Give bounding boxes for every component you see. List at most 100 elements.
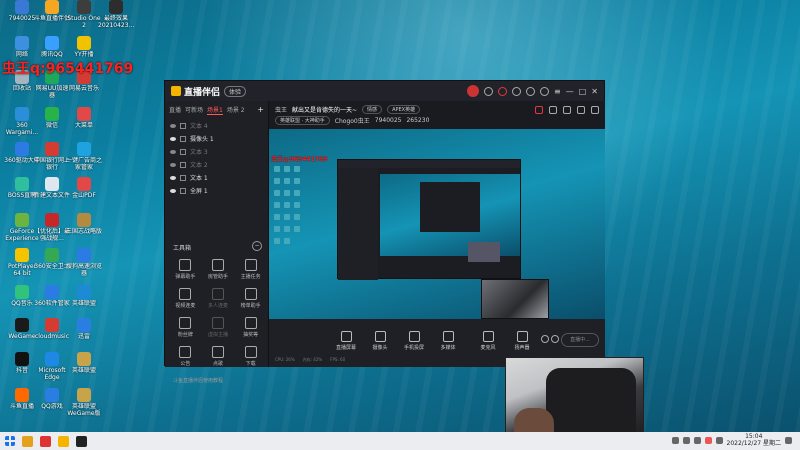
- tool-button[interactable]: 虚拟主播: [202, 317, 235, 338]
- tab-live[interactable]: 直播: [169, 105, 181, 115]
- microphone-button[interactable]: 麦克风: [473, 331, 503, 351]
- eye-icon[interactable]: [170, 149, 176, 154]
- notification-icon[interactable]: [785, 436, 792, 444]
- lock-icon[interactable]: [549, 105, 557, 114]
- source-item[interactable]: 文本 2: [165, 158, 268, 171]
- game-tag[interactable]: APEX英雄: [387, 105, 421, 114]
- add-scene-button[interactable]: +: [257, 105, 264, 115]
- desktop-icon[interactable]: QQ游戏: [34, 388, 70, 417]
- tool-button[interactable]: 公告: [169, 346, 202, 367]
- desktop-icon[interactable]: 最终效果 20210423...: [98, 0, 134, 29]
- eye-icon[interactable]: [170, 188, 176, 193]
- desktop-icon[interactable]: 英雄联盟WeGame版: [66, 388, 102, 417]
- desktop-icon[interactable]: Microsoft Edge: [34, 352, 70, 381]
- eye-icon[interactable]: [170, 136, 176, 141]
- tab-scene-1[interactable]: 场景1: [207, 105, 223, 115]
- desktop-icon[interactable]: 英雄联盟: [66, 352, 102, 381]
- tool-button[interactable]: 弹幕助手: [169, 259, 202, 280]
- tool-button[interactable]: 下载: [234, 346, 267, 367]
- gift-icon[interactable]: [498, 86, 508, 96]
- desktop-icon[interactable]: 新建文本文件: [34, 177, 70, 206]
- obs-icon[interactable]: [76, 435, 87, 447]
- stream-app-icon[interactable]: [40, 435, 51, 447]
- lock-open-icon[interactable]: [563, 105, 571, 114]
- live-app-icon[interactable]: [58, 435, 69, 447]
- desktop-icon[interactable]: 360安全卫士: [34, 248, 70, 277]
- file-explorer-icon[interactable]: [22, 435, 33, 447]
- desktop-icon[interactable]: 一键广告商之家管家: [66, 142, 102, 171]
- desktop-icon-label: Studio One 2: [67, 15, 101, 29]
- app-icon: [45, 36, 59, 50]
- room-info-bar: 虫王 献出又是肯德失的一天~ 情感 APEX英雄 英雄联盟 · 大神助手 Cho…: [269, 101, 605, 129]
- tool-button[interactable]: 主播任务: [234, 259, 267, 280]
- tray-chevron-icon[interactable]: [671, 436, 679, 444]
- share-link-icon[interactable]: [591, 105, 599, 114]
- settings-icon[interactable]: [540, 86, 550, 96]
- source-item[interactable]: 文本 1: [165, 171, 268, 184]
- desktop-icon[interactable]: 中国银行网上银行: [34, 142, 70, 171]
- eye-icon[interactable]: [170, 175, 176, 180]
- stream-preview[interactable]: 虫王q:965441769: [269, 129, 605, 319]
- chat-icon[interactable]: [526, 86, 536, 96]
- desktop-icon[interactable]: 英雄联盟: [66, 285, 102, 314]
- tray-app-icon[interactable]: [704, 436, 712, 444]
- tool-button[interactable]: 榜单助手: [234, 288, 267, 309]
- camera-button[interactable]: 摄像头: [365, 331, 395, 351]
- tool-button[interactable]: 房管助手: [202, 259, 235, 280]
- version-badge[interactable]: 体验: [224, 85, 247, 97]
- desktop-icon[interactable]: 搜狗高速浏览器: [66, 248, 102, 277]
- desktop-icon[interactable]: 金山PDF: [66, 177, 102, 206]
- app-icon: [77, 248, 91, 262]
- desktop-icon[interactable]: cloudmusic: [34, 318, 70, 347]
- desktop-icon[interactable]: 三国志战略版: [66, 213, 102, 242]
- screen-capture-button[interactable]: 直播屏幕: [331, 331, 361, 351]
- download-icon[interactable]: [577, 105, 585, 114]
- source-item[interactable]: 文本 4: [165, 119, 268, 132]
- minimize-button[interactable]: —: [566, 87, 574, 96]
- tab-scene-2[interactable]: 场景 2: [227, 105, 245, 115]
- tool-button[interactable]: 点歌: [202, 346, 235, 367]
- volume-icon[interactable]: [693, 436, 701, 444]
- game-assistant-tag[interactable]: 英雄联盟 · 大神助手: [275, 116, 330, 125]
- desktop-icon[interactable]: 360软件管家: [34, 285, 70, 314]
- record-dot-icon[interactable]: [541, 335, 549, 343]
- menu-icon[interactable]: ≡: [554, 87, 561, 96]
- tutorial-link[interactable]: 斗鱼直播伴侣使用教程: [173, 377, 223, 384]
- toolbox-toggle-button[interactable]: −: [252, 241, 262, 251]
- media-button[interactable]: 多媒体: [433, 331, 463, 351]
- tool-button[interactable]: 粉丝牌: [169, 317, 202, 338]
- category-tag[interactable]: 情感: [362, 105, 383, 114]
- desktop-icon[interactable]: 【优化后】最强战舰...: [34, 213, 70, 242]
- share-icon[interactable]: [535, 105, 543, 114]
- avatar[interactable]: [467, 85, 480, 97]
- app-icon: [45, 388, 59, 402]
- eye-icon[interactable]: [170, 123, 176, 128]
- headset-icon[interactable]: [484, 86, 494, 96]
- desktop-icon[interactable]: 微信: [34, 107, 70, 136]
- desktop-icon[interactable]: 迅雷: [66, 318, 102, 347]
- source-item[interactable]: 摄像头 1: [165, 132, 268, 145]
- windows-start-icon[interactable]: [5, 436, 15, 446]
- gear-icon[interactable]: [551, 335, 559, 343]
- start-live-button[interactable]: 直播中...: [561, 333, 599, 347]
- desktop-icon[interactable]: 斗鱼直播伴侣: [34, 0, 70, 29]
- room-title[interactable]: 献出又是肯德失的一天~: [292, 105, 357, 114]
- desktop-icon[interactable]: 大菜单: [66, 107, 102, 136]
- record-icon[interactable]: [512, 86, 522, 96]
- tool-button[interactable]: 抽奖等: [234, 317, 267, 338]
- desktop-icon[interactable]: Studio One 2: [66, 0, 102, 29]
- speaker-button[interactable]: 扬声器: [507, 331, 537, 351]
- app-logo-text: 直播伴侣: [184, 87, 221, 98]
- input-method-icon[interactable]: [715, 436, 723, 444]
- tool-button[interactable]: 多人连麦: [202, 288, 235, 309]
- tool-button[interactable]: 视频连麦: [169, 288, 202, 309]
- tab-new-scene[interactable]: 可新场: [185, 105, 203, 115]
- source-item[interactable]: 全屏 1: [165, 184, 268, 197]
- network-icon[interactable]: [682, 436, 690, 444]
- close-button[interactable]: ✕: [591, 87, 598, 96]
- eye-icon[interactable]: [170, 162, 176, 167]
- source-item[interactable]: 文本 3: [165, 145, 268, 158]
- maximize-button[interactable]: □: [579, 87, 587, 96]
- phone-cast-button[interactable]: 手机投屏: [399, 331, 429, 351]
- taskbar-clock[interactable]: 15:04 2022/12/27 星期二: [727, 433, 782, 447]
